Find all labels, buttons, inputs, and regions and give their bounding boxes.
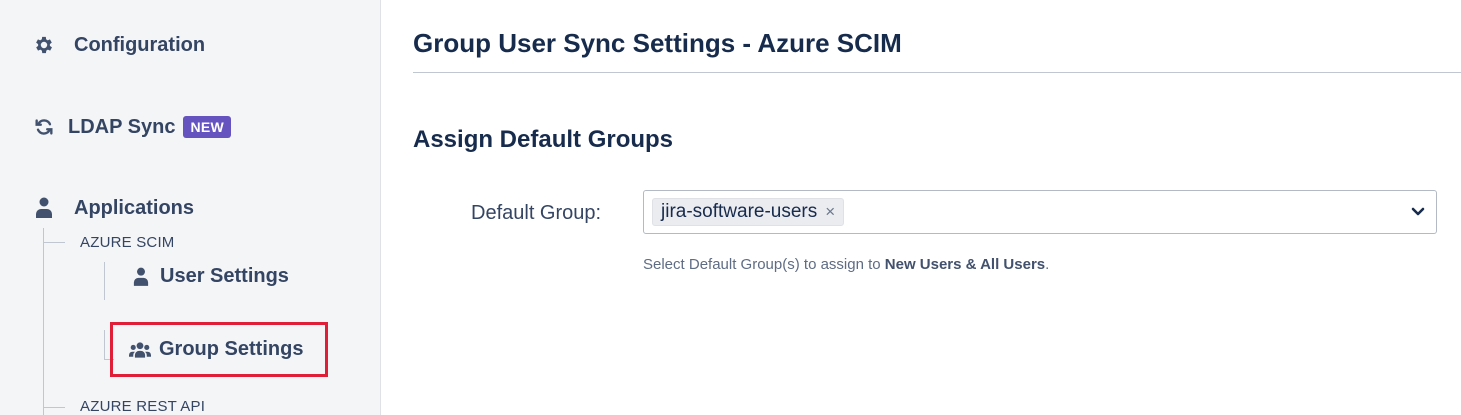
sidebar-item-label: LDAP Sync	[68, 115, 176, 138]
section-title: Assign Default Groups	[413, 126, 674, 153]
sidebar-item-group-settings[interactable]: Group Settings	[110, 322, 328, 377]
default-group-label: Default Group:	[471, 202, 602, 224]
sidebar-item-configuration[interactable]: Configuration	[32, 33, 205, 57]
tree-connector	[43, 407, 65, 408]
help-text: Select Default Group(s) to assign to New…	[643, 256, 1049, 273]
help-text-suffix: .	[1045, 256, 1050, 273]
sync-icon	[32, 115, 56, 139]
user-icon	[32, 196, 56, 220]
sidebar-item-ldap-sync[interactable]: LDAP Sync NEW	[32, 115, 232, 139]
users-group-icon	[129, 339, 151, 361]
selected-group-chip: jira-software-users ×	[652, 198, 845, 226]
section-label-azure-rest-api: AZURE REST API	[80, 398, 206, 415]
help-text-bold: New Users & All Users	[884, 256, 1046, 273]
new-badge: NEW	[183, 116, 232, 138]
chip-label: jira-software-users	[661, 201, 818, 222]
sidebar-item-label: Group Settings	[159, 338, 304, 360]
sidebar-item-label: Configuration	[74, 33, 206, 56]
section-label-azure-scim: AZURE SCIM	[80, 234, 175, 251]
tree-connector	[43, 242, 65, 243]
sidebar-item-label: User Settings	[160, 265, 289, 287]
sidebar: Configuration LDAP Sync NEW Applications…	[0, 0, 381, 415]
divider	[413, 72, 1461, 73]
help-text-prefix: Select Default Group(s) to assign to	[643, 256, 885, 273]
tree-line	[104, 262, 105, 300]
user-icon	[130, 266, 152, 288]
sidebar-item-label: Applications	[74, 196, 195, 219]
chip-remove-icon[interactable]: ×	[825, 202, 835, 222]
gear-icon	[32, 33, 56, 57]
tree-line	[43, 228, 44, 415]
chevron-down-icon[interactable]	[1410, 203, 1426, 221]
page-title: Group User Sync Settings - Azure SCIM	[413, 28, 902, 58]
sidebar-item-applications[interactable]: Applications	[32, 196, 194, 220]
default-group-select[interactable]: jira-software-users ×	[643, 190, 1437, 234]
tree-line	[104, 330, 105, 360]
sidebar-item-user-settings[interactable]: User Settings	[130, 265, 289, 288]
